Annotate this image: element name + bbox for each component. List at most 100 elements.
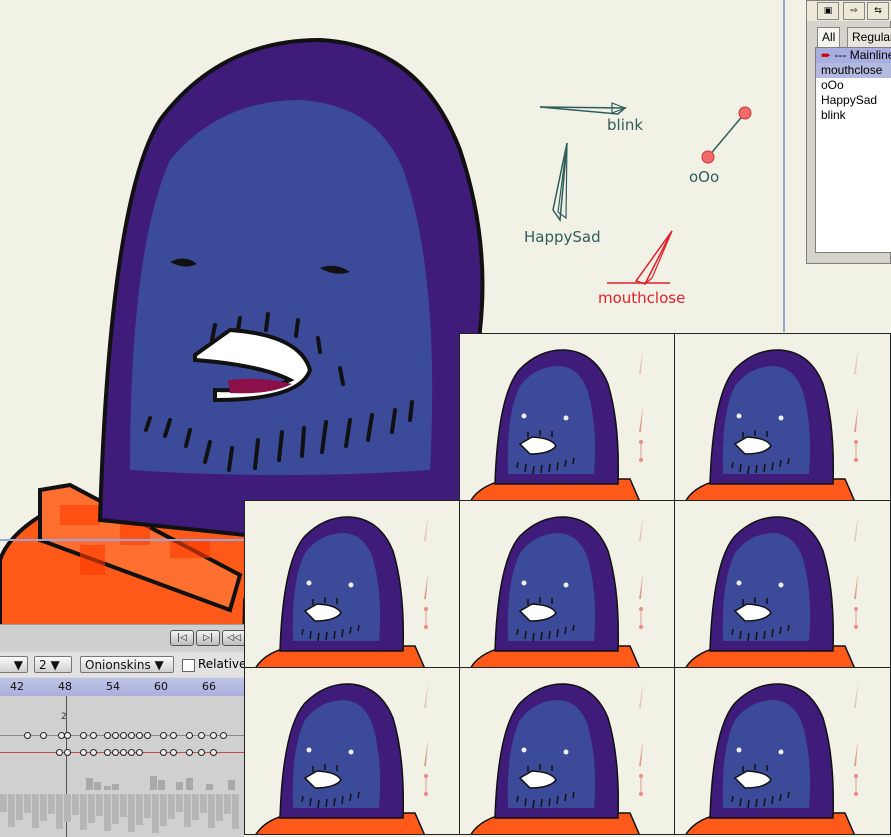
import-icon[interactable]: ⇨: [843, 2, 865, 20]
keyframe[interactable]: [24, 732, 31, 739]
keyframe[interactable]: [104, 749, 111, 756]
keyframe[interactable]: [104, 732, 111, 739]
waveform-bar: [128, 794, 135, 832]
pose-thumbnail[interactable]: [674, 667, 891, 835]
timeline-tracks[interactable]: 2: [0, 696, 244, 837]
frame-ruler[interactable]: 42 48 54 60 66: [0, 678, 244, 696]
keyframe[interactable]: [160, 732, 167, 739]
waveform-bar: [176, 782, 183, 790]
keyframe[interactable]: [128, 749, 135, 756]
keyframe[interactable]: [120, 732, 127, 739]
waveform-bar: [40, 794, 47, 821]
keyframe[interactable]: [198, 732, 205, 739]
dropdown-prev[interactable]: ▼: [0, 656, 28, 673]
keyframe[interactable]: [40, 732, 47, 739]
keyframe[interactable]: [170, 732, 177, 739]
waveform-bar: [112, 784, 119, 790]
keyframe[interactable]: [186, 749, 193, 756]
list-item-HappySad[interactable]: HappySad: [816, 93, 891, 108]
keyframe[interactable]: [186, 732, 193, 739]
first-frame-icon[interactable]: |◁: [170, 630, 194, 646]
list-item-mainline[interactable]: ➨ --- Mainline: [816, 48, 891, 63]
rewind-icon[interactable]: ◁◁: [222, 630, 244, 646]
keyframe[interactable]: [144, 732, 151, 739]
pose-thumbnail[interactable]: [244, 500, 460, 668]
step-back-icon[interactable]: ▷|: [196, 630, 220, 646]
waveform-bar: [144, 794, 151, 818]
keyframe[interactable]: [112, 749, 119, 756]
keyframe[interactable]: [90, 749, 97, 756]
keyframe[interactable]: [90, 732, 97, 739]
tab-regular[interactable]: Regular: [847, 27, 891, 47]
keyframe[interactable]: [64, 732, 71, 739]
pose-thumbnail[interactable]: [674, 500, 891, 668]
waveform-bar: [184, 794, 191, 827]
keyframe[interactable]: [64, 749, 71, 756]
waveform-bar: [224, 794, 231, 814]
pose-thumbnail[interactable]: [674, 333, 891, 501]
control-label-HappySad: HappySad: [524, 228, 601, 246]
keyframe[interactable]: [120, 749, 127, 756]
keyframe[interactable]: [160, 749, 167, 756]
horizontal-guide-line: [0, 539, 245, 541]
control-oOo[interactable]: [701, 106, 752, 164]
tick-label: 42: [10, 680, 24, 693]
onionskins-dropdown[interactable]: Onionskins ▼: [80, 656, 174, 673]
list-item-oOo[interactable]: oOo: [816, 78, 891, 93]
relative-checkbox[interactable]: [182, 659, 195, 672]
control-HappySad[interactable]: [552, 142, 568, 223]
waveform-bar: [8, 794, 15, 827]
waveform-bar: [32, 794, 39, 828]
control-label-oOo: oOo: [689, 168, 719, 186]
waveform-bar: [160, 794, 167, 826]
arrow-icon: ➨: [821, 48, 832, 62]
waveform-bar: [206, 784, 213, 790]
keyframe[interactable]: [112, 732, 119, 739]
controls-list: ➨ --- Mainline mouthclose oOo HappySad b…: [815, 47, 891, 253]
keyframe[interactable]: [128, 732, 135, 739]
waveform-bar: [228, 780, 235, 790]
list-item-mouthclose[interactable]: mouthclose: [816, 63, 891, 78]
keyframe[interactable]: [170, 749, 177, 756]
pose-thumbnail[interactable]: [459, 500, 675, 668]
waveform-bar: [152, 794, 159, 833]
timeline-panel: |◁ ▷| ◁◁ ▼ 2 ▼ Onionskins ▼ Relative 42 …: [0, 624, 244, 837]
keyframe[interactable]: [56, 749, 63, 756]
waveform-bar: [0, 794, 7, 812]
keyframe[interactable]: [210, 749, 217, 756]
pose-thumbnail[interactable]: [459, 667, 675, 835]
waveform-bar: [64, 794, 71, 822]
pose-thumbnail[interactable]: [244, 667, 460, 835]
export-icon[interactable]: ⇆: [867, 2, 889, 20]
control-label-mouthclose: mouthclose: [598, 289, 685, 307]
keyframe[interactable]: [136, 732, 143, 739]
waveform-bar: [86, 778, 93, 790]
keyframe[interactable]: [80, 749, 87, 756]
keyframe[interactable]: [80, 732, 87, 739]
keyframe[interactable]: [220, 732, 227, 739]
keyframe[interactable]: [210, 732, 217, 739]
tab-all[interactable]: All: [817, 27, 841, 47]
list-item-blink[interactable]: blink: [816, 108, 891, 123]
keyframe[interactable]: [198, 749, 205, 756]
waveform-bar: [104, 786, 111, 790]
waveform-bar: [120, 794, 127, 817]
character-face: [130, 100, 433, 475]
new-icon[interactable]: ▣: [817, 2, 839, 20]
onion-count-dropdown[interactable]: 2 ▼: [34, 656, 72, 673]
waveform-bar: [200, 794, 207, 813]
waveform-bar: [232, 794, 239, 829]
pose-thumbnail[interactable]: [459, 333, 675, 501]
waveform-bar: [112, 794, 119, 824]
waveform-bar: [94, 782, 101, 790]
waveform-bar: [48, 794, 55, 814]
waveform-bar: [16, 794, 23, 820]
tick-label: 60: [154, 680, 168, 693]
waveform-bar: [24, 794, 31, 813]
timeline-controls: ▼ 2 ▼ Onionskins ▼ Relative: [0, 653, 244, 677]
list-item-label: --- Mainline: [834, 48, 891, 62]
control-blink[interactable]: [539, 102, 628, 115]
waveform-bar: [96, 794, 103, 816]
keyframe[interactable]: [136, 749, 143, 756]
control-mouthclose[interactable]: [607, 230, 673, 285]
